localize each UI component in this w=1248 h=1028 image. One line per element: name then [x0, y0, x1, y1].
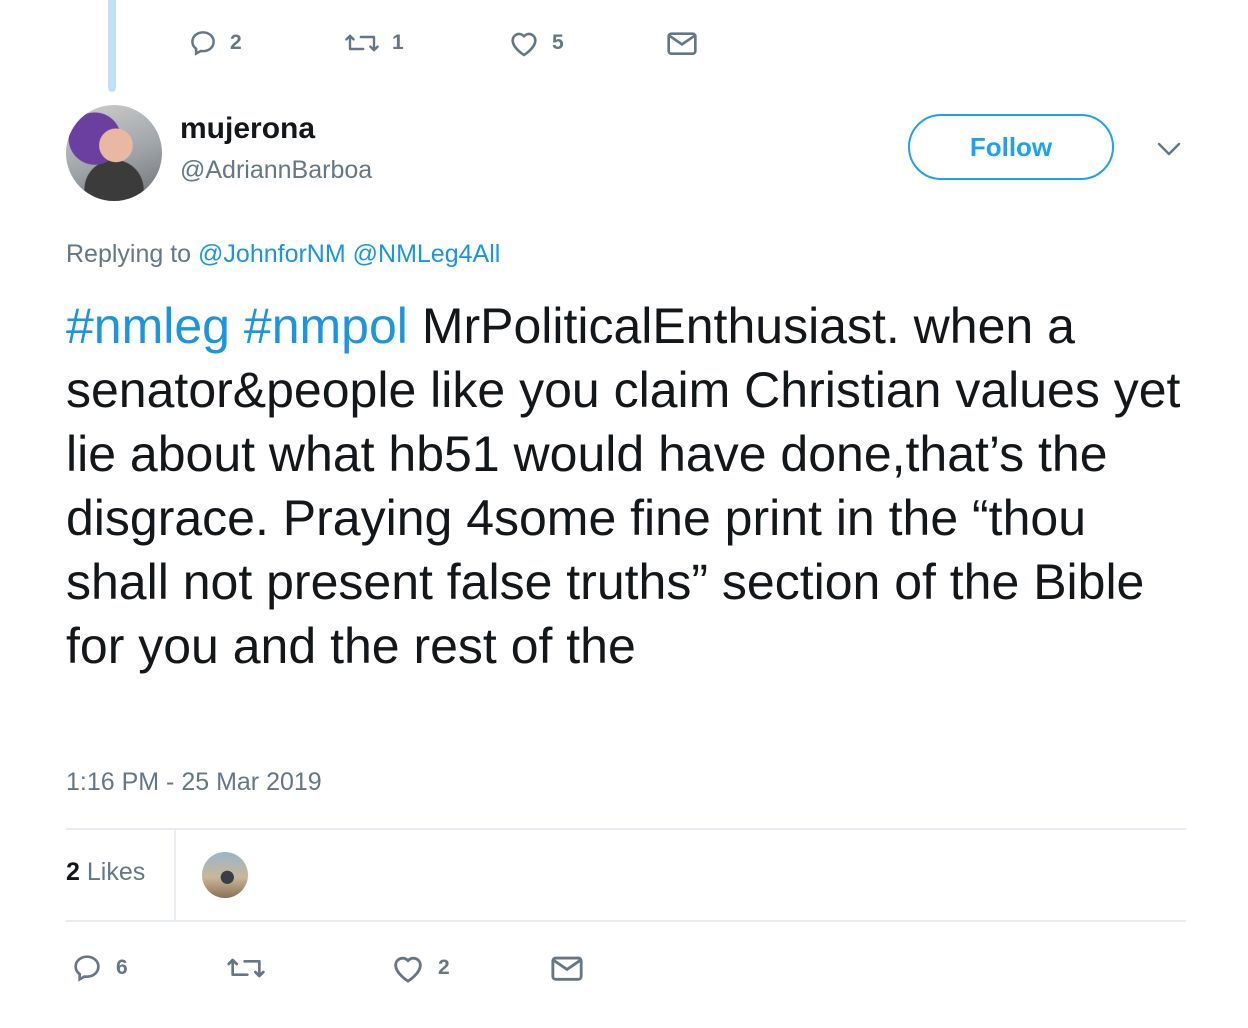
like-icon	[390, 952, 426, 984]
message-icon	[550, 952, 584, 984]
parent-reply-button[interactable]: 2	[188, 28, 242, 58]
parent-reply-count: 2	[230, 31, 242, 54]
divider	[66, 828, 1186, 830]
hashtag-link[interactable]: #nmleg	[66, 298, 230, 354]
like-icon	[508, 28, 540, 58]
reply-count: 6	[116, 956, 128, 979]
tweet-timestamp[interactable]: 1:16 PM - 25 Mar 2019	[66, 768, 322, 797]
mention-link[interactable]: @NMLeg4All	[353, 240, 501, 268]
mention-link[interactable]: @JohnforNM	[198, 240, 346, 268]
parent-retweet-button[interactable]: 1	[344, 28, 404, 58]
message-button[interactable]	[550, 952, 584, 984]
parent-retweet-count: 1	[392, 31, 404, 54]
follow-button[interactable]: Follow	[908, 114, 1114, 180]
parent-message-button[interactable]	[666, 28, 698, 58]
reply-icon	[70, 952, 104, 984]
message-icon	[666, 28, 698, 58]
chevron-down-icon	[1156, 142, 1182, 162]
likes-summary-count: 2	[66, 858, 80, 886]
author-display-name[interactable]: mujerona	[180, 112, 315, 146]
divider	[174, 830, 176, 920]
tweet-text: #nmleg #nmpol MrPoliticalEnthusiast. whe…	[66, 294, 1186, 678]
divider	[66, 920, 1186, 922]
author-avatar[interactable]	[66, 105, 162, 201]
hashtag-link[interactable]: #nmpol	[244, 298, 408, 354]
retweet-icon	[344, 28, 380, 58]
parent-like-count: 5	[552, 31, 564, 54]
more-options-button[interactable]	[1156, 140, 1182, 163]
retweet-icon	[226, 952, 266, 984]
parent-like-button[interactable]: 5	[508, 28, 564, 58]
like-count: 2	[438, 956, 450, 979]
tweet-body: MrPoliticalEnthusiast. when a senator&pe…	[66, 298, 1181, 674]
reply-icon	[188, 28, 218, 58]
reply-button[interactable]: 6	[70, 952, 128, 984]
replying-to-prefix: Replying to	[66, 240, 192, 268]
replying-to: Replying to @JohnforNM @NMLeg4All	[66, 240, 500, 269]
liker-avatar[interactable]	[202, 852, 248, 898]
retweet-button[interactable]	[226, 952, 278, 984]
thread-line	[108, 0, 116, 92]
likes-summary-label: Likes	[86, 858, 146, 886]
likes-summary[interactable]: 2 Likes	[66, 858, 145, 887]
like-button[interactable]: 2	[390, 952, 450, 984]
author-handle[interactable]: @AdriannBarboa	[180, 156, 372, 185]
